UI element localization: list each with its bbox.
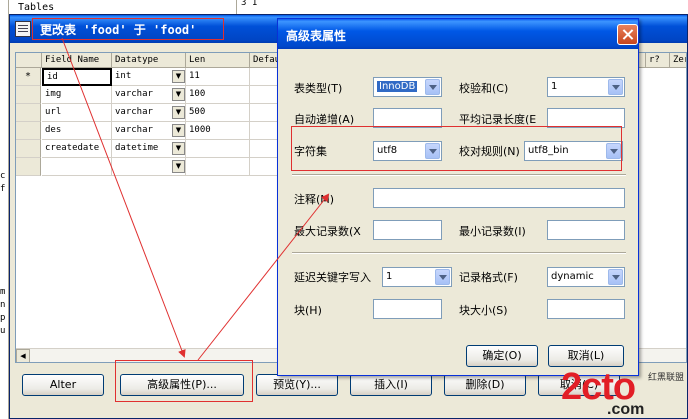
- row-marker[interactable]: [16, 122, 41, 140]
- background-left-letters: c f m n p u: [0, 170, 9, 338]
- watermark-logo: 2cto .com 红黑联盟: [555, 367, 688, 419]
- table-type-label: 表类型(T): [294, 82, 343, 95]
- row-marker[interactable]: [16, 104, 41, 122]
- column-header-field-name[interactable]: Field Name: [42, 53, 112, 68]
- checksum-value: 1: [551, 81, 558, 92]
- max-rows-input[interactable]: [373, 220, 442, 240]
- field-name-cell[interactable]: id: [42, 68, 112, 86]
- close-icon[interactable]: [617, 24, 638, 45]
- min-rows-label: 最小记录数(I): [459, 225, 526, 238]
- row-marker[interactable]: [16, 86, 41, 104]
- avg-row-length-input[interactable]: [547, 108, 625, 128]
- datatype-dropdown-icon[interactable]: ▼: [172, 106, 185, 119]
- left-letter: c: [0, 171, 6, 181]
- insert-button[interactable]: 插入(I): [350, 374, 432, 396]
- dialog-cancel-button[interactable]: 取消(L): [548, 345, 624, 367]
- delete-button[interactable]: 删除(D): [444, 374, 526, 396]
- delay-key-write-label: 延迟关键字写入: [294, 271, 371, 284]
- checksum-label: 校验和(C): [459, 82, 509, 95]
- scroll-left-icon[interactable]: ◀: [16, 349, 30, 362]
- row-format-label: 记录格式(F): [459, 271, 518, 284]
- field-name-cell[interactable]: des: [42, 122, 112, 140]
- column-header-zer[interactable]: Zer: [670, 53, 686, 68]
- watermark-corner-text: 红黑联盟: [648, 373, 685, 383]
- block-label: 块(H): [294, 304, 322, 317]
- dialog-titlebar[interactable]: 高级表属性: [278, 19, 638, 49]
- block-size-input[interactable]: [547, 299, 625, 319]
- block-size-label: 块大小(S): [459, 304, 508, 317]
- table-type-select[interactable]: InnoDB: [373, 77, 442, 97]
- avg-row-length-label: 平均记录长度(E: [459, 113, 537, 126]
- chevron-down-icon[interactable]: [425, 79, 440, 95]
- datatype-dropdown-icon[interactable]: ▼: [172, 160, 185, 173]
- block-input[interactable]: [373, 299, 442, 319]
- field-name-cell[interactable]: [42, 158, 112, 176]
- chevron-down-icon[interactable]: [608, 269, 623, 285]
- comment-label: 注释(M): [294, 193, 335, 206]
- watermark-domain-text: .com: [607, 401, 645, 418]
- advanced-button-highlight-box: [115, 360, 253, 402]
- comment-input[interactable]: [373, 188, 625, 208]
- left-letter: n: [0, 300, 6, 310]
- table-app-icon: [15, 21, 31, 37]
- left-letter: f: [0, 184, 6, 194]
- alter-button[interactable]: Alter: [22, 374, 104, 396]
- row-format-value: dynamic: [551, 271, 594, 282]
- len-cell[interactable]: 11: [186, 68, 250, 86]
- left-letter: p: [0, 313, 6, 323]
- dialog-title: 高级表属性: [286, 29, 347, 43]
- delay-key-write-value: 1: [386, 271, 393, 282]
- len-cell[interactable]: 500: [186, 104, 250, 122]
- datatype-dropdown-icon[interactable]: ▼: [172, 88, 185, 101]
- left-letter: m: [0, 287, 6, 297]
- table-type-value: InnoDB: [377, 81, 418, 92]
- checksum-select[interactable]: 1: [547, 77, 625, 97]
- len-cell[interactable]: [186, 158, 250, 176]
- chevron-down-icon[interactable]: [608, 79, 623, 95]
- section-divider: [292, 252, 626, 254]
- grid-corner-header: [16, 53, 42, 68]
- row-marker[interactable]: [16, 140, 41, 158]
- left-letter: u: [0, 326, 6, 336]
- len-cell[interactable]: 1000: [186, 122, 250, 140]
- chevron-down-icon[interactable]: [435, 269, 450, 285]
- row-marker[interactable]: *: [16, 68, 41, 86]
- column-header-len[interactable]: Len: [186, 53, 250, 68]
- preview-button[interactable]: 预览(Y)...: [256, 374, 338, 396]
- field-name-cell[interactable]: createdate: [42, 140, 112, 158]
- datatype-dropdown-icon[interactable]: ▼: [172, 70, 185, 83]
- row-format-select[interactable]: dynamic: [547, 267, 625, 287]
- row-marker[interactable]: [16, 158, 41, 176]
- len-cell[interactable]: 100: [186, 86, 250, 104]
- min-rows-input[interactable]: [547, 220, 625, 240]
- auto-increment-label: 自动递增(A): [294, 113, 355, 126]
- background-right-strip: 3 1: [236, 0, 280, 14]
- max-rows-label: 最大记录数(X: [294, 225, 361, 238]
- charset-highlight-box: [291, 126, 622, 171]
- section-divider: [292, 174, 626, 176]
- delay-key-write-select[interactable]: 1: [382, 267, 452, 287]
- column-header-datatype[interactable]: Datatype: [112, 53, 186, 68]
- field-name-cell[interactable]: url: [42, 104, 112, 122]
- ok-button[interactable]: 确定(O): [466, 345, 538, 367]
- column-header-r[interactable]: r?: [646, 53, 670, 68]
- datatype-dropdown-icon[interactable]: ▼: [172, 142, 185, 155]
- len-cell[interactable]: [186, 140, 250, 158]
- datatype-dropdown-icon[interactable]: ▼: [172, 124, 185, 137]
- auto-increment-input[interactable]: [373, 108, 442, 128]
- main-window-title: 更改表 'food' 于 'food': [40, 23, 197, 37]
- field-name-cell[interactable]: img: [42, 86, 112, 104]
- tables-label: Tables: [18, 2, 55, 13]
- right-strip-text: 3 1: [241, 0, 258, 8]
- advanced-table-properties-dialog: 高级表属性 表类型(T) InnoDB 校验和(C) 1 自动递增(A) 平均记…: [277, 18, 639, 376]
